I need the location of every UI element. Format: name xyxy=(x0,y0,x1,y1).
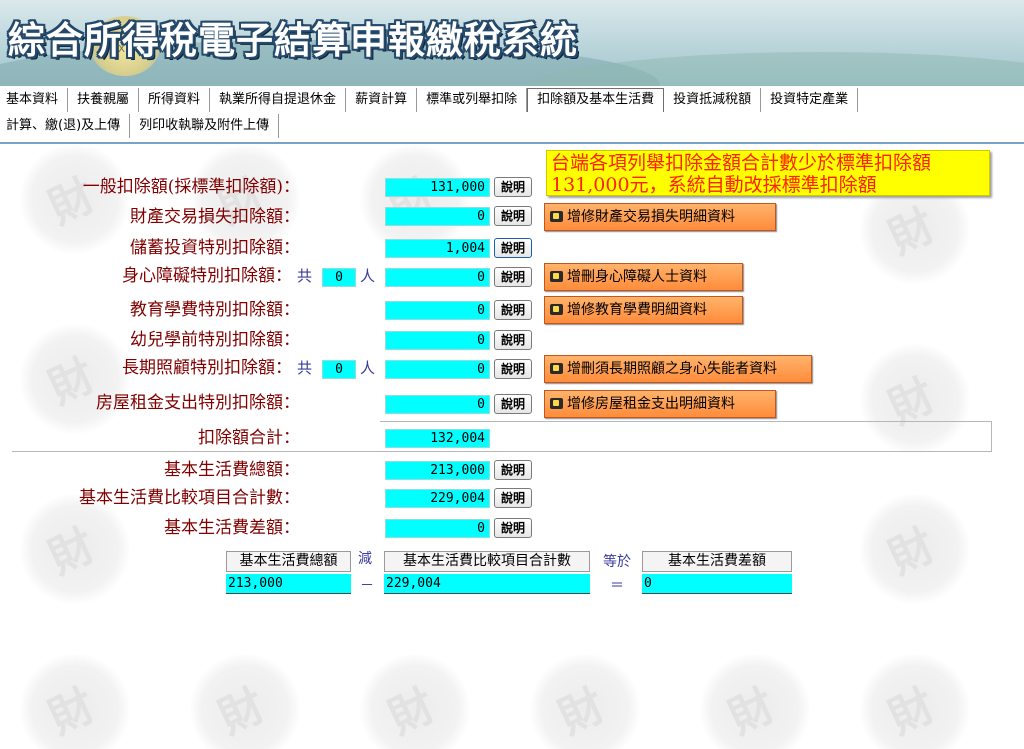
watermark-emblem: 財 xyxy=(360,144,470,254)
watermark-emblem: 財 xyxy=(360,654,470,749)
living-compare-help-button[interactable]: 說明 xyxy=(494,488,532,508)
longterm-detail-label: 增刪須長期照顧之身心失能者資料 xyxy=(567,361,777,377)
standard-deduction-notice: 台端各項列舉扣除金額合計數少於標準扣除額 131,000元，系統自動改採標準扣除… xyxy=(546,150,990,196)
edit-icon xyxy=(550,398,563,409)
edit-icon xyxy=(550,363,563,374)
rent-detail-button[interactable]: 增修房屋租金支出明細資料 xyxy=(544,390,776,418)
general-deduction-help-button[interactable]: 說明 xyxy=(494,177,532,197)
tab-pension[interactable]: 執業所得自提退休金 xyxy=(210,88,347,112)
tab-basic-data[interactable]: 基本資料 xyxy=(0,88,69,112)
equation-head-compare: 基本生活費比較項目合計數 xyxy=(384,551,590,572)
watermark-emblem: 財 xyxy=(530,654,640,749)
tab-standard-itemized[interactable]: 標準或列舉扣除 xyxy=(417,88,528,112)
living-diff-help-button[interactable]: 說明 xyxy=(494,518,532,538)
edit-icon xyxy=(550,271,563,282)
disability-gong-label: 共 xyxy=(297,267,313,285)
deduction-form: 財 財 財 財 財 財 財 財 財 財 財 財 財 財 台端各項列舉扣除金額合計… xyxy=(0,144,1024,749)
tab-dependents[interactable]: 扶養親屬 xyxy=(68,88,140,112)
tab-salary-calc[interactable]: 薪資計算 xyxy=(346,88,418,112)
property-loss-detail-label: 增修財產交易損失明細資料 xyxy=(567,209,735,225)
watermark-emblem: 財 xyxy=(20,324,130,434)
longterm-field[interactable]: 0 xyxy=(385,360,490,379)
disability-ren-label: 人 xyxy=(360,267,376,285)
living-total-field: 213,000 xyxy=(385,461,490,480)
disability-detail-label: 增刪身心障礙人士資料 xyxy=(567,269,707,285)
disability-field[interactable]: 0 xyxy=(385,268,490,287)
watermark-emblem: 財 xyxy=(860,494,970,604)
general-deduction-label: 一般扣除額(採標準扣除額)： xyxy=(82,177,300,197)
general-deduction-field[interactable]: 131,000 xyxy=(385,178,490,197)
edit-icon xyxy=(550,211,563,222)
education-help-button[interactable]: 說明 xyxy=(494,300,532,320)
education-field[interactable]: 0 xyxy=(385,301,490,320)
living-compare-label: 基本生活費比較項目合計數： xyxy=(79,488,300,508)
watermark-emblem: 財 xyxy=(20,144,130,254)
savings-label: 儲蓄投資特別扣除額： xyxy=(130,238,300,258)
equation-head-diff: 基本生活費差額 xyxy=(642,551,792,572)
disability-count-field[interactable]: 0 xyxy=(322,268,356,287)
equation-value-diff: 0 xyxy=(642,574,792,594)
edit-icon xyxy=(550,304,563,315)
rent-label: 房屋租金支出特別扣除額： xyxy=(96,393,300,413)
living-compare-field: 229,004 xyxy=(385,489,490,508)
education-detail-label: 增修教育學費明細資料 xyxy=(567,302,707,318)
section-divider xyxy=(12,451,992,452)
savings-field[interactable]: 1,004 xyxy=(385,239,490,258)
equation-equals-symbol: ＝ xyxy=(610,578,624,594)
preschool-help-button[interactable]: 說明 xyxy=(494,330,532,350)
nav-row-2: 計算、繳(退)及上傳 列印收執聯及附件上傳 xyxy=(0,114,280,140)
tab-deductions[interactable]: 扣除額及基本生活費 xyxy=(527,88,665,112)
longterm-count-field[interactable]: 0 xyxy=(322,360,356,379)
disability-label: 身心障礙特別扣除額： xyxy=(122,266,292,286)
equation-minus-word: 減 xyxy=(358,551,372,567)
header-banner: TAX 綜合所得稅電子結算申報繳稅系統 xyxy=(0,0,1024,86)
equation-minus-symbol: － xyxy=(360,578,374,594)
equation-value-compare: 229,004 xyxy=(384,574,590,594)
rent-field[interactable]: 0 xyxy=(385,395,490,414)
watermark-emblem: 財 xyxy=(20,654,130,749)
tab-income[interactable]: 所得資料 xyxy=(139,88,211,112)
watermark-emblem: 財 xyxy=(20,494,130,604)
longterm-gong-label: 共 xyxy=(297,359,313,377)
equation-value-total: 213,000 xyxy=(226,574,351,594)
living-total-help-button[interactable]: 說明 xyxy=(494,460,532,480)
property-loss-detail-button[interactable]: 增修財產交易損失明細資料 xyxy=(544,203,776,231)
property-loss-field[interactable]: 0 xyxy=(385,207,490,226)
living-total-label: 基本生活費總額： xyxy=(164,460,300,480)
tab-investment-credit[interactable]: 投資抵減稅額 xyxy=(664,88,762,112)
deduction-total-field: 132,004 xyxy=(385,429,490,448)
property-loss-label: 財產交易損失扣除額： xyxy=(130,207,300,227)
equation-head-total: 基本生活費總額 xyxy=(226,551,351,572)
longterm-label: 長期照顧特別扣除額： xyxy=(122,358,292,378)
main-nav: 基本資料 扶養親屬 所得資料 執業所得自提退休金 薪資計算 標準或列舉扣除 扣除額及基本生活… xyxy=(0,86,1024,142)
education-detail-button[interactable]: 增修教育學費明細資料 xyxy=(544,296,743,324)
preschool-label: 幼兒學前特別扣除額： xyxy=(130,330,300,350)
banner-hill xyxy=(520,52,1024,86)
equation-equals-word: 等於 xyxy=(603,554,631,570)
rent-help-button[interactable]: 說明 xyxy=(494,394,532,414)
education-label: 教育學費特別扣除額： xyxy=(130,300,300,320)
app-title: 綜合所得稅電子結算申報繳稅系統 xyxy=(8,19,578,62)
savings-help-button[interactable]: 說明 xyxy=(494,238,532,258)
longterm-detail-button[interactable]: 增刪須長期照顧之身心失能者資料 xyxy=(544,355,812,383)
disability-detail-button[interactable]: 增刪身心障礙人士資料 xyxy=(544,263,743,291)
nav-row-1: 基本資料 扶養親屬 所得資料 執業所得自提退休金 薪資計算 標準或列舉扣除 扣除額及基本生活… xyxy=(0,88,859,114)
watermark-emblem: 財 xyxy=(700,654,810,749)
watermark-emblem: 財 xyxy=(190,654,300,749)
longterm-ren-label: 人 xyxy=(360,359,376,377)
longterm-help-button[interactable]: 說明 xyxy=(494,359,532,379)
watermark-emblem: 財 xyxy=(860,654,970,749)
preschool-field[interactable]: 0 xyxy=(385,331,490,350)
disability-help-button[interactable]: 說明 xyxy=(494,267,532,287)
deduction-total-label: 扣除額合計： xyxy=(198,428,300,448)
tab-specific-industry[interactable]: 投資特定產業 xyxy=(761,88,859,112)
rent-detail-label: 增修房屋租金支出明細資料 xyxy=(567,396,735,412)
property-loss-help-button[interactable]: 說明 xyxy=(494,206,532,226)
living-diff-label: 基本生活費差額： xyxy=(164,518,300,538)
tab-print-receipt[interactable]: 列印收執聯及附件上傳 xyxy=(130,114,280,138)
living-diff-field: 0 xyxy=(385,519,490,538)
tab-calc-upload[interactable]: 計算、繳(退)及上傳 xyxy=(0,114,131,138)
